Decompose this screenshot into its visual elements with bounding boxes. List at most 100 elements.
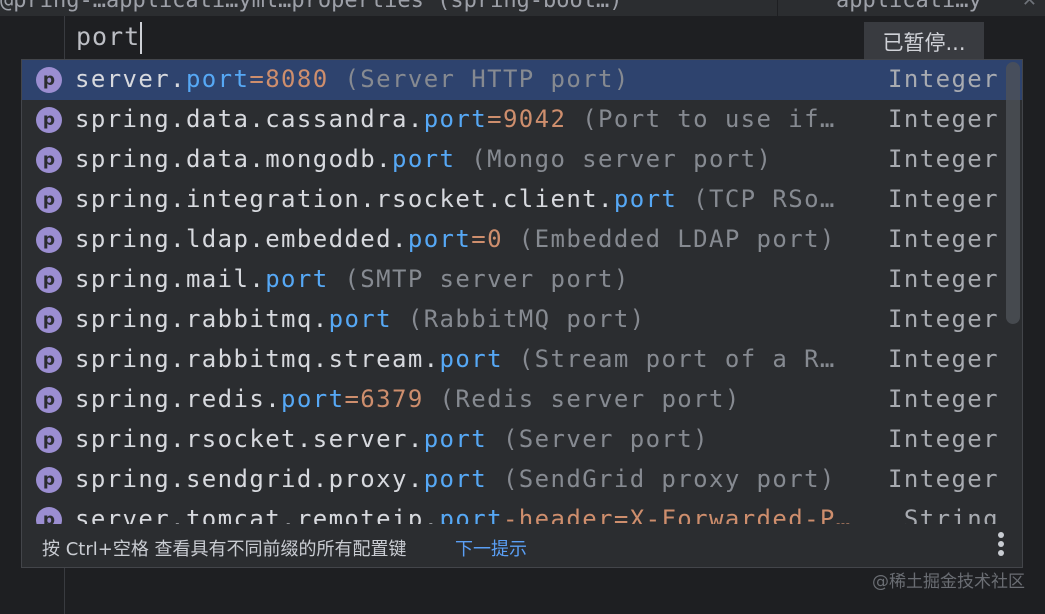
- completion-item-type: Integer: [888, 145, 999, 173]
- completion-item-prefix: spring.redis.: [75, 385, 282, 413]
- completion-item-value: =0: [471, 225, 503, 253]
- completion-item-match: port: [407, 225, 472, 253]
- completion-item[interactable]: p spring.data.mongodb.port (Mongo server …: [22, 140, 1022, 180]
- completion-item-prefix: spring.ldap.embedded.: [75, 225, 408, 253]
- completion-list[interactable]: p server.port=8080 (Server HTTP port) Inte…: [22, 60, 1022, 524]
- completion-item-desc: (SendGrid proxy port): [487, 465, 836, 493]
- completion-item-desc: (SMTP server port): [328, 265, 630, 293]
- completion-item-prefix: spring.data.cassandra.: [75, 105, 424, 133]
- completion-footer: 按 Ctrl+空格 查看具有不同前缀的所有配置键 下一提示: [22, 524, 1022, 567]
- completion-item-name: server.tomcat.remoteip.port-header=X-For…: [75, 505, 852, 524]
- completion-item-name: server.port=8080 (Server HTTP port): [75, 65, 630, 93]
- completion-item-match: port: [328, 305, 392, 333]
- property-p-icon: p: [36, 227, 62, 253]
- next-tip-link[interactable]: 下一提示: [455, 535, 527, 561]
- completion-item-name: spring.rabbitmq.port (RabbitMQ port): [75, 305, 646, 333]
- completion-item-value: =9042: [487, 105, 567, 133]
- completion-item-type: Integer: [888, 305, 999, 333]
- completion-item-match: port: [439, 505, 503, 524]
- completion-item-type: Integer: [888, 385, 999, 413]
- completion-item-desc: (TCP RSo…: [677, 185, 836, 213]
- completion-item-type: Integer: [888, 105, 999, 133]
- completion-item-type: String: [903, 505, 999, 524]
- completion-item[interactable]: p server.port=8080 (Server HTTP port) Inte…: [22, 60, 1022, 100]
- completion-item-prefix: spring.rabbitmq.stream.: [75, 345, 440, 373]
- tab-fragment-2[interactable]: applicati…y: [836, 0, 982, 13]
- completion-item-name: spring.mail.port (SMTP server port): [75, 265, 630, 293]
- completion-item-prefix: spring.mail.: [75, 265, 266, 293]
- property-p-icon: p: [36, 107, 62, 133]
- completion-item[interactable]: p spring.redis.port=6379 (Redis server po…: [22, 380, 1022, 420]
- completion-item-name: spring.ldap.embedded.port=0 (Embedded LD…: [75, 225, 836, 253]
- completion-item-prefix: spring.rsocket.server.: [75, 425, 424, 453]
- completion-item-desc: (Redis server port): [423, 385, 741, 413]
- paused-indicator: 已暂停...: [864, 22, 984, 62]
- completion-item-prefix: spring.sendgrid.proxy.: [75, 465, 424, 493]
- completion-item-match: port: [423, 465, 488, 493]
- completion-item-value: =8080: [249, 65, 329, 93]
- property-p-icon: p: [36, 267, 62, 293]
- completion-item-name: spring.rsocket.server.port (Server port): [75, 425, 709, 453]
- completion-item-prefix: spring.data.mongodb.: [75, 145, 392, 173]
- text-caret: [140, 22, 142, 54]
- completion-item-value: =6379: [344, 385, 424, 413]
- completion-item-type: Integer: [888, 225, 999, 253]
- property-p-icon: p: [36, 307, 62, 333]
- footer-hint: 按 Ctrl+空格 查看具有不同前缀的所有配置键: [42, 539, 407, 560]
- tab-divider: [777, 0, 778, 16]
- property-p-icon: p: [36, 387, 62, 413]
- completion-item[interactable]: p spring.data.cassandra.port=9042 (Port t…: [22, 100, 1022, 140]
- completion-item-name: spring.data.cassandra.port=9042 (Port to…: [75, 105, 836, 133]
- completion-item-desc: (RabbitMQ port): [392, 305, 646, 333]
- completion-item-desc: (Server port): [487, 425, 709, 453]
- completion-item-value: -header=X-Forwarded-P…: [502, 505, 852, 524]
- completion-item[interactable]: p spring.mail.port (SMTP server port) Inte…: [22, 260, 1022, 300]
- completion-item-type: Integer: [888, 345, 999, 373]
- property-p-icon: p: [36, 187, 62, 213]
- completion-item-match: port: [423, 425, 488, 453]
- tab-fragment-1[interactable]: @pring-…applicati…yml…properties (spring…: [0, 0, 623, 13]
- completion-item-desc: (Stream port of a R…: [502, 345, 836, 373]
- completion-item-match: port: [439, 345, 503, 373]
- completion-item-name: spring.data.mongodb.port (Mongo server p…: [75, 145, 772, 173]
- completion-item[interactable]: p spring.rabbitmq.stream.port (Stream por…: [22, 340, 1022, 380]
- completion-item[interactable]: p server.tomcat.remoteip.port-header=X-Fo…: [22, 500, 1022, 524]
- completion-item-prefix: server.tomcat.remoteip.: [75, 505, 440, 524]
- completion-item-desc: (Server HTTP port): [328, 65, 630, 93]
- completion-item[interactable]: p spring.rsocket.server.port (Server port…: [22, 420, 1022, 460]
- completion-item-name: spring.rabbitmq.stream.port (Stream port…: [75, 345, 836, 373]
- completion-item[interactable]: p spring.rabbitmq.port (RabbitMQ port) Int…: [22, 300, 1022, 340]
- completion-item-name: spring.integration.rsocket.client.port (…: [75, 185, 836, 213]
- property-p-icon: p: [36, 147, 62, 173]
- completion-item-desc: (Embedded LDAP port): [502, 225, 836, 253]
- completion-scrollbar[interactable]: [1006, 62, 1020, 324]
- property-p-icon: p: [36, 467, 62, 493]
- completion-item-match: port: [281, 385, 345, 413]
- completion-item-type: Integer: [888, 425, 999, 453]
- completion-item-match: port: [391, 145, 456, 173]
- editor-tab-bar: @pring-…applicati…yml…properties (spring…: [0, 0, 1045, 16]
- completion-item-type: Integer: [888, 65, 999, 93]
- completion-item-match: port: [265, 265, 329, 293]
- completion-popup: p server.port=8080 (Server HTTP port) Inte…: [21, 59, 1023, 568]
- close-icon[interactable]: ✕: [1022, 0, 1037, 11]
- property-p-icon: p: [36, 347, 62, 373]
- completion-item-type: Integer: [888, 265, 999, 293]
- completion-item-match: port: [613, 185, 678, 213]
- completion-item-match: port: [423, 105, 488, 133]
- completion-item-name: spring.redis.port=6379 (Redis server por…: [75, 385, 741, 413]
- completion-item[interactable]: p spring.ldap.embedded.port=0 (Embedded L…: [22, 220, 1022, 260]
- completion-item-prefix: spring.integration.rsocket.client.: [75, 185, 614, 213]
- completion-item-prefix: server.: [75, 65, 186, 93]
- completion-item-match: port: [185, 65, 250, 93]
- completion-item[interactable]: p spring.integration.rsocket.client.port …: [22, 180, 1022, 220]
- completion-item-type: Integer: [888, 185, 999, 213]
- more-vertical-icon[interactable]: [996, 530, 1006, 560]
- completion-item[interactable]: p spring.sendgrid.proxy.port (SendGrid pr…: [22, 460, 1022, 500]
- editor-typed-text[interactable]: port: [76, 22, 140, 51]
- completion-item-desc: (Mongo server port): [455, 145, 773, 173]
- property-p-icon: p: [36, 427, 62, 453]
- property-p-icon: p: [36, 507, 62, 524]
- completion-item-name: spring.sendgrid.proxy.port (SendGrid pro…: [75, 465, 836, 493]
- completion-item-type: Integer: [888, 465, 999, 493]
